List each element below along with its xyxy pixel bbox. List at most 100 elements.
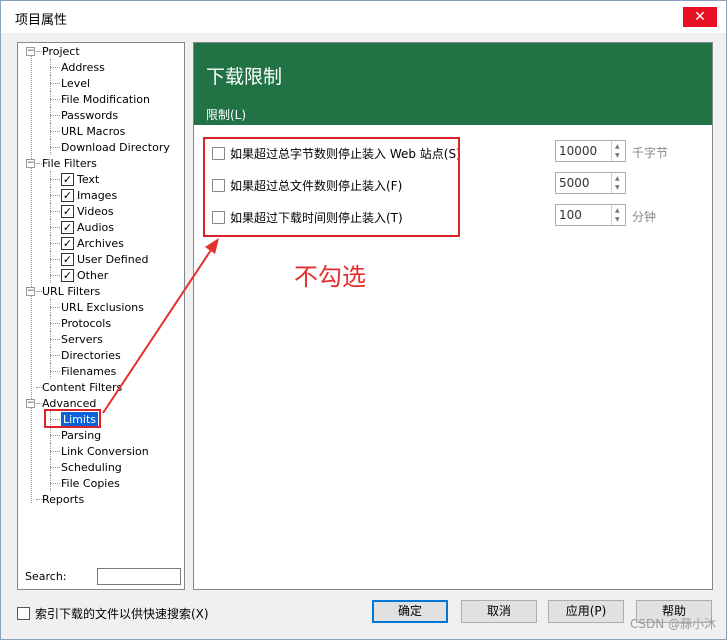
spin-up-icon[interactable]: ▲ bbox=[615, 143, 620, 151]
tree-connector bbox=[31, 55, 32, 503]
tree-item-images[interactable]: Images bbox=[77, 188, 117, 204]
tree-checkbox[interactable]: ✓ bbox=[61, 205, 74, 218]
tree-connector bbox=[50, 179, 60, 180]
properties-dialog: 项目属性 ✕ Search: − Project Address Level File … bbox=[0, 0, 727, 640]
tree-item-url-macros[interactable]: URL Macros bbox=[61, 124, 125, 140]
tree-connector bbox=[50, 75, 51, 91]
tree-item-level[interactable]: Level bbox=[61, 76, 90, 92]
tree-checkbox[interactable]: ✓ bbox=[61, 269, 74, 282]
annotation-text: 不勾选 bbox=[294, 263, 366, 291]
tree-connector bbox=[50, 139, 51, 155]
tree-connector bbox=[50, 259, 60, 260]
spin-down-icon[interactable]: ▼ bbox=[615, 152, 620, 160]
files-limit-value: 5000 bbox=[559, 176, 590, 190]
bytes-limit-value: 10000 bbox=[559, 144, 598, 158]
tree-item-other[interactable]: Other bbox=[77, 268, 108, 284]
tree-connector bbox=[50, 475, 51, 491]
tree-checkbox[interactable]: ✓ bbox=[61, 173, 74, 186]
tree-connector bbox=[50, 235, 51, 251]
tree-expander-icon[interactable]: − bbox=[26, 159, 35, 168]
tree-item-url-filters[interactable]: URL Filters bbox=[42, 284, 100, 300]
tree-connector bbox=[50, 83, 60, 84]
tree-connector bbox=[50, 227, 60, 228]
tree-connector bbox=[50, 355, 60, 356]
watermark: CSDN @蒜小沐 bbox=[629, 617, 716, 631]
bytes-limit-spinner[interactable]: 10000 ▲ ▼ bbox=[555, 140, 626, 162]
close-button[interactable]: ✕ bbox=[683, 7, 717, 27]
tree-item-project[interactable]: Project bbox=[42, 44, 80, 60]
tree-checkbox[interactable]: ✓ bbox=[61, 253, 74, 266]
tree-checkbox[interactable]: ✓ bbox=[61, 221, 74, 234]
tree-item-reports[interactable]: Reports bbox=[42, 492, 84, 508]
tree-connector bbox=[50, 459, 51, 475]
tree-item-text[interactable]: Text bbox=[77, 172, 99, 188]
tree-item-protocols[interactable]: Protocols bbox=[61, 316, 111, 332]
time-limit-spinner[interactable]: 100 ▲ ▼ bbox=[555, 204, 626, 226]
tree-item-audios[interactable]: Audios bbox=[77, 220, 114, 236]
tree-checkbox[interactable]: ✓ bbox=[61, 237, 74, 250]
tree-connector bbox=[50, 331, 51, 347]
content-panel: 下载限制 限制(L) 如果超过总字节数则停止装入 Web 站点(S) 10000… bbox=[193, 42, 713, 590]
tree-item-parsing[interactable]: Parsing bbox=[61, 428, 101, 444]
tree-item-user-defined[interactable]: User Defined bbox=[77, 252, 148, 268]
tree-item-servers[interactable]: Servers bbox=[61, 332, 103, 348]
tree-item-content-filters[interactable]: Content Filters bbox=[42, 380, 122, 396]
tree-item-link-conversion[interactable]: Link Conversion bbox=[61, 444, 149, 460]
tree-item-address[interactable]: Address bbox=[61, 60, 105, 76]
limits-highlight-box bbox=[44, 409, 101, 428]
tree-item-file-copies[interactable]: File Copies bbox=[61, 476, 120, 492]
tree-connector bbox=[50, 115, 60, 116]
tree-checkbox[interactable]: ✓ bbox=[61, 189, 74, 202]
tree-connector bbox=[50, 315, 51, 331]
spin-up-icon[interactable]: ▲ bbox=[615, 175, 620, 183]
time-limit-value: 100 bbox=[559, 208, 582, 222]
close-icon: ✕ bbox=[694, 9, 706, 25]
tree-connector bbox=[50, 467, 60, 468]
spin-up-icon[interactable]: ▲ bbox=[615, 207, 620, 215]
tree-connector bbox=[50, 211, 60, 212]
tree-connector bbox=[50, 147, 60, 148]
tree-item-file-modification[interactable]: File Modification bbox=[61, 92, 150, 108]
title-bar: 项目属性 ✕ bbox=[1, 1, 726, 33]
files-limit-spinner[interactable]: 5000 ▲ ▼ bbox=[555, 172, 626, 194]
tree-connector bbox=[50, 131, 60, 132]
index-files-checkbox[interactable] bbox=[17, 607, 30, 620]
tree-item-passwords[interactable]: Passwords bbox=[61, 108, 118, 124]
tree-item-url-exclusions[interactable]: URL Exclusions bbox=[61, 300, 144, 316]
tree-connector bbox=[50, 91, 51, 107]
tree-connector bbox=[50, 339, 60, 340]
tree-item-videos[interactable]: Videos bbox=[77, 204, 114, 220]
tree-connector bbox=[50, 251, 51, 267]
tree-connector bbox=[50, 451, 60, 452]
spin-down-icon[interactable]: ▼ bbox=[615, 184, 620, 192]
tree-connector bbox=[50, 59, 51, 75]
tree-item-download-directory[interactable]: Download Directory bbox=[61, 140, 170, 156]
tree-expander-icon[interactable]: − bbox=[26, 399, 35, 408]
ok-button[interactable]: 确定 bbox=[372, 600, 448, 623]
tree-connector bbox=[50, 123, 51, 139]
tree-item-file-filters[interactable]: File Filters bbox=[42, 156, 97, 172]
bytes-unit: 千字节 bbox=[632, 146, 669, 160]
tree-expander-icon[interactable]: − bbox=[26, 47, 35, 56]
tree-connector bbox=[50, 275, 60, 276]
search-input[interactable] bbox=[97, 568, 181, 585]
tree-connector bbox=[50, 347, 51, 363]
tree-item-directories[interactable]: Directories bbox=[61, 348, 121, 364]
tree-connector bbox=[50, 187, 51, 203]
index-files-label: 索引下载的文件以供快速搜索(X) bbox=[35, 607, 209, 621]
spin-down-icon[interactable]: ▼ bbox=[615, 216, 620, 224]
tree-connector bbox=[50, 107, 51, 123]
tree-connector bbox=[50, 203, 51, 219]
tree-item-filenames[interactable]: Filenames bbox=[61, 364, 116, 380]
settings-tree[interactable]: Search: − Project Address Level File Modific… bbox=[17, 42, 185, 590]
apply-button[interactable]: 应用(P) bbox=[548, 600, 624, 623]
cancel-button[interactable]: 取消 bbox=[461, 600, 537, 623]
tree-item-scheduling[interactable]: Scheduling bbox=[61, 460, 122, 476]
panel-header: 下载限制 限制(L) bbox=[194, 43, 712, 125]
tree-connector bbox=[50, 483, 60, 484]
tree-connector bbox=[50, 307, 60, 308]
tree-connector bbox=[50, 99, 60, 100]
tree-connector bbox=[50, 427, 51, 443]
tree-item-archives[interactable]: Archives bbox=[77, 236, 124, 252]
tree-expander-icon[interactable]: − bbox=[26, 287, 35, 296]
